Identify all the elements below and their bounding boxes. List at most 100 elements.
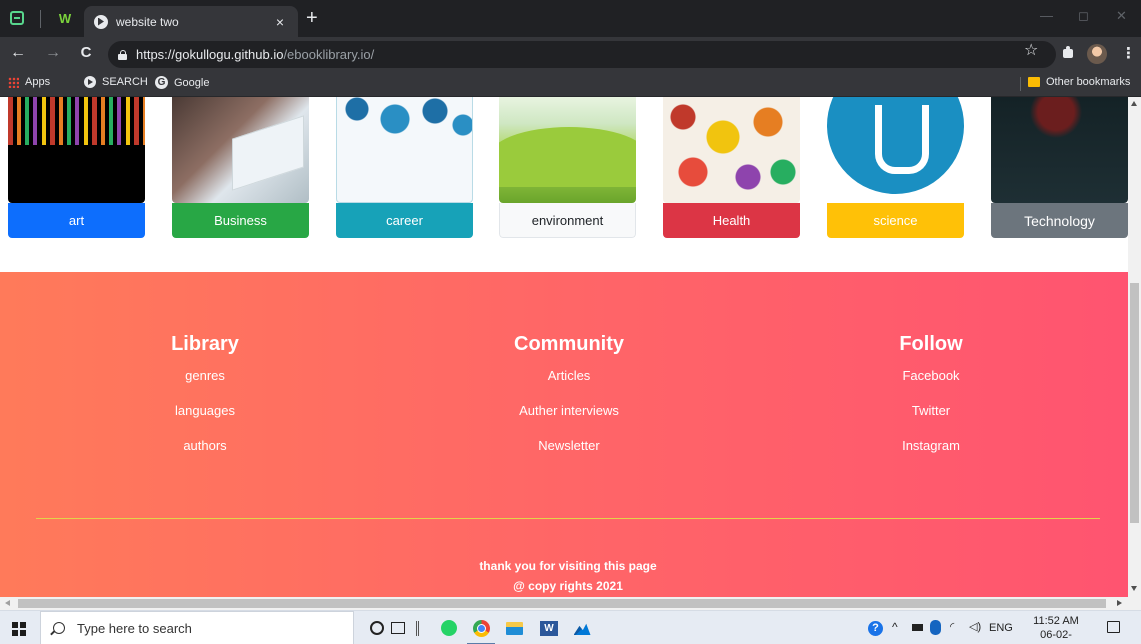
bookmark-star-icon[interactable]: ☆ xyxy=(1024,40,1038,60)
art-image xyxy=(8,97,145,203)
browser-tab-strip: W website two × + — ◻ ✕ xyxy=(0,0,1141,37)
other-bookmarks[interactable]: Other bookmarks xyxy=(1028,76,1130,88)
footer-link-twitter[interactable]: Twitter xyxy=(856,393,1006,428)
globe-icon xyxy=(84,76,96,88)
category-label-career[interactable]: career xyxy=(336,203,473,238)
bookmark-google-label: Google xyxy=(174,76,210,89)
bookmark-search-label: SEARCH xyxy=(102,76,148,88)
footer-link-languages[interactable]: languages xyxy=(130,393,280,428)
show-hidden-icons-chevron-icon[interactable]: ^ xyxy=(892,620,898,634)
footer-link-genres[interactable]: genres xyxy=(130,358,280,393)
tab-globe-icon xyxy=(94,14,108,29)
clock-time: 11:52 AM xyxy=(1033,615,1079,627)
bookmarks-divider xyxy=(1020,77,1021,91)
minimize-icon[interactable]: — xyxy=(1040,8,1053,23)
career-image xyxy=(336,97,473,203)
category-card-science[interactable]: science xyxy=(827,97,964,238)
tab-close-icon[interactable]: × xyxy=(272,14,288,30)
forward-arrow-icon[interactable]: → xyxy=(43,44,63,62)
footer-link-auther-interviews[interactable]: Auther interviews xyxy=(469,393,669,428)
category-label-business[interactable]: Business xyxy=(172,203,309,238)
volume-icon[interactable]: ◁) xyxy=(969,620,981,633)
language-indicator[interactable]: ENG xyxy=(989,622,1013,634)
vertical-scrollbar[interactable] xyxy=(1128,97,1141,597)
category-label-science[interactable]: science xyxy=(827,203,964,238)
url-host: https://gokullogu.github.io xyxy=(136,47,284,62)
thanks-text: thank you for visiting this page xyxy=(479,559,657,573)
footer-link-instagram[interactable]: Instagram xyxy=(856,428,1006,463)
bookmark-search[interactable]: SEARCH xyxy=(84,76,148,88)
category-card-art[interactable]: art xyxy=(8,97,145,238)
footer-link-articles[interactable]: Articles xyxy=(469,358,669,393)
category-label-health[interactable]: Health xyxy=(663,203,800,238)
wifi-icon[interactable]: ◜ xyxy=(950,620,954,633)
category-label-technology[interactable]: Technology xyxy=(991,203,1128,238)
footer-link-facebook[interactable]: Facebook xyxy=(856,358,1006,393)
chrome-icon[interactable] xyxy=(472,619,490,637)
scroll-left-arrow-icon[interactable] xyxy=(5,600,10,606)
cortana-icon[interactable] xyxy=(368,619,386,637)
photos-icon[interactable] xyxy=(573,619,591,637)
business-image xyxy=(172,97,309,203)
horizontal-scrollbar[interactable] xyxy=(0,597,1141,610)
scroll-right-arrow-icon[interactable] xyxy=(1117,600,1122,606)
other-bookmarks-label: Other bookmarks xyxy=(1046,76,1131,88)
chrome-menu-icon[interactable]: ⋮ xyxy=(1121,44,1136,62)
category-card-career[interactable]: career xyxy=(336,97,473,238)
task-view-icon[interactable] xyxy=(389,619,407,637)
environment-image xyxy=(499,97,636,203)
profile-avatar[interactable] xyxy=(1087,44,1107,64)
category-card-technology[interactable]: Technology xyxy=(991,97,1128,238)
footer-divider xyxy=(36,518,1100,519)
help-icon[interactable]: ? xyxy=(868,621,883,636)
browser-toolbar: ← → C https://gokullogu.github.io/ebookl… xyxy=(0,37,1141,71)
category-card-health[interactable]: Health xyxy=(663,97,800,238)
pinned-tab-app-icon[interactable] xyxy=(6,7,28,29)
scroll-down-arrow-icon[interactable] xyxy=(1131,586,1137,591)
lock-icon[interactable] xyxy=(118,49,127,60)
category-label-art[interactable]: art xyxy=(8,203,145,238)
desktop-screen: W website two × + — ◻ ✕ ← → C https://go… xyxy=(0,0,1141,644)
address-bar[interactable]: https://gokullogu.github.io/ebooklibrary… xyxy=(108,41,1056,68)
reload-icon[interactable]: C xyxy=(76,44,96,61)
url-path: /ebooklibrary.io/ xyxy=(283,47,375,62)
bookmark-apps[interactable]: Apps xyxy=(8,76,50,88)
battery-icon[interactable] xyxy=(912,624,923,631)
action-center-icon[interactable] xyxy=(1107,621,1120,633)
health-image xyxy=(663,97,800,203)
horizontal-scroll-thumb[interactable] xyxy=(18,599,1106,608)
bluetooth-icon[interactable] xyxy=(930,620,941,635)
category-label-environment[interactable]: environment xyxy=(499,203,636,238)
window-close-icon[interactable]: ✕ xyxy=(1116,8,1127,24)
category-card-environment[interactable]: environment xyxy=(499,97,636,238)
new-tab-button[interactable]: + xyxy=(306,8,318,28)
whatsapp-icon[interactable] xyxy=(440,619,458,637)
scroll-up-arrow-icon[interactable] xyxy=(1131,101,1137,106)
url-text[interactable]: https://gokullogu.github.io/ebooklibrary… xyxy=(136,47,374,62)
taskbar-search-input[interactable] xyxy=(77,620,337,636)
taskbar-divider xyxy=(416,621,419,636)
bookmarks-bar: Apps SEARCH G Google Other bookmarks xyxy=(0,71,1141,97)
category-card-business[interactable]: Business xyxy=(172,97,309,238)
extensions-puzzle-icon[interactable] xyxy=(1061,46,1075,60)
system-clock[interactable]: 11:52 AM 06-02-2021 xyxy=(1032,614,1080,644)
file-explorer-icon[interactable] xyxy=(505,619,523,637)
active-tab[interactable]: website two × xyxy=(84,6,298,37)
footer-heading-follow: Follow xyxy=(899,333,963,355)
footer-heading-community: Community xyxy=(514,333,624,355)
folder-icon xyxy=(1028,77,1040,87)
footer-link-newsletter[interactable]: Newsletter xyxy=(469,428,669,463)
bookmark-google[interactable]: G Google xyxy=(155,76,209,89)
word-icon[interactable] xyxy=(540,619,558,637)
maximize-icon[interactable]: ◻ xyxy=(1078,8,1089,24)
taskbar-search[interactable] xyxy=(40,611,354,644)
footer-heading-library: Library xyxy=(171,333,239,355)
windows-start-icon[interactable] xyxy=(12,622,26,636)
apps-grid-icon xyxy=(8,76,19,88)
footer-link-authors[interactable]: authors xyxy=(130,428,280,463)
category-cards: art Business career environment Health s… xyxy=(0,97,1128,272)
back-arrow-icon[interactable]: ← xyxy=(8,44,28,62)
pinned-divider xyxy=(40,10,41,28)
vertical-scroll-thumb[interactable] xyxy=(1130,283,1139,523)
pinned-tab-w-icon[interactable]: W xyxy=(54,7,76,29)
